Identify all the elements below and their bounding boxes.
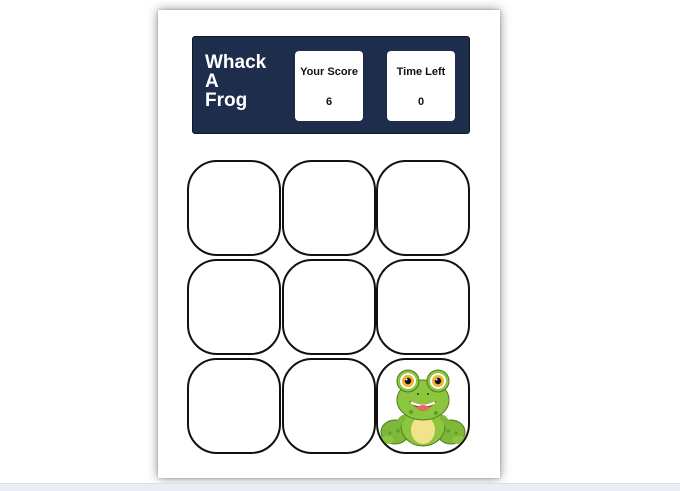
score-label: Your Score — [300, 66, 358, 78]
game-card: Whack A Frog Your Score 6 Time Left 0 — [158, 10, 500, 478]
hole-1[interactable] — [187, 160, 281, 256]
hole-5[interactable] — [282, 259, 376, 355]
game-title-line-2: A — [205, 71, 219, 92]
hole-3[interactable] — [376, 160, 470, 256]
hole-7[interactable] — [187, 358, 281, 454]
time-left-value: 0 — [417, 96, 425, 108]
score-box: Your Score 6 — [295, 51, 363, 121]
game-page: Whack A Frog Your Score 6 Time Left 0 — [0, 0, 680, 491]
hole-4[interactable] — [187, 259, 281, 355]
hole-2[interactable] — [282, 160, 376, 256]
window-bottom-strip — [0, 483, 680, 491]
hole-8[interactable] — [282, 358, 376, 454]
game-title-line-3: Frog — [205, 90, 248, 111]
hole-9[interactable] — [376, 358, 470, 454]
frog-grid — [187, 160, 471, 456]
hole-6[interactable] — [376, 259, 470, 355]
frog-icon[interactable] — [378, 360, 468, 452]
game-title-line-1: Whack — [205, 52, 267, 73]
score-value: 6 — [325, 96, 333, 108]
game-header: Whack A Frog Your Score 6 Time Left 0 — [192, 36, 470, 134]
game-title: Whack A Frog — [205, 53, 283, 110]
time-left-label: Time Left — [396, 66, 446, 78]
time-box: Time Left 0 — [387, 51, 455, 121]
